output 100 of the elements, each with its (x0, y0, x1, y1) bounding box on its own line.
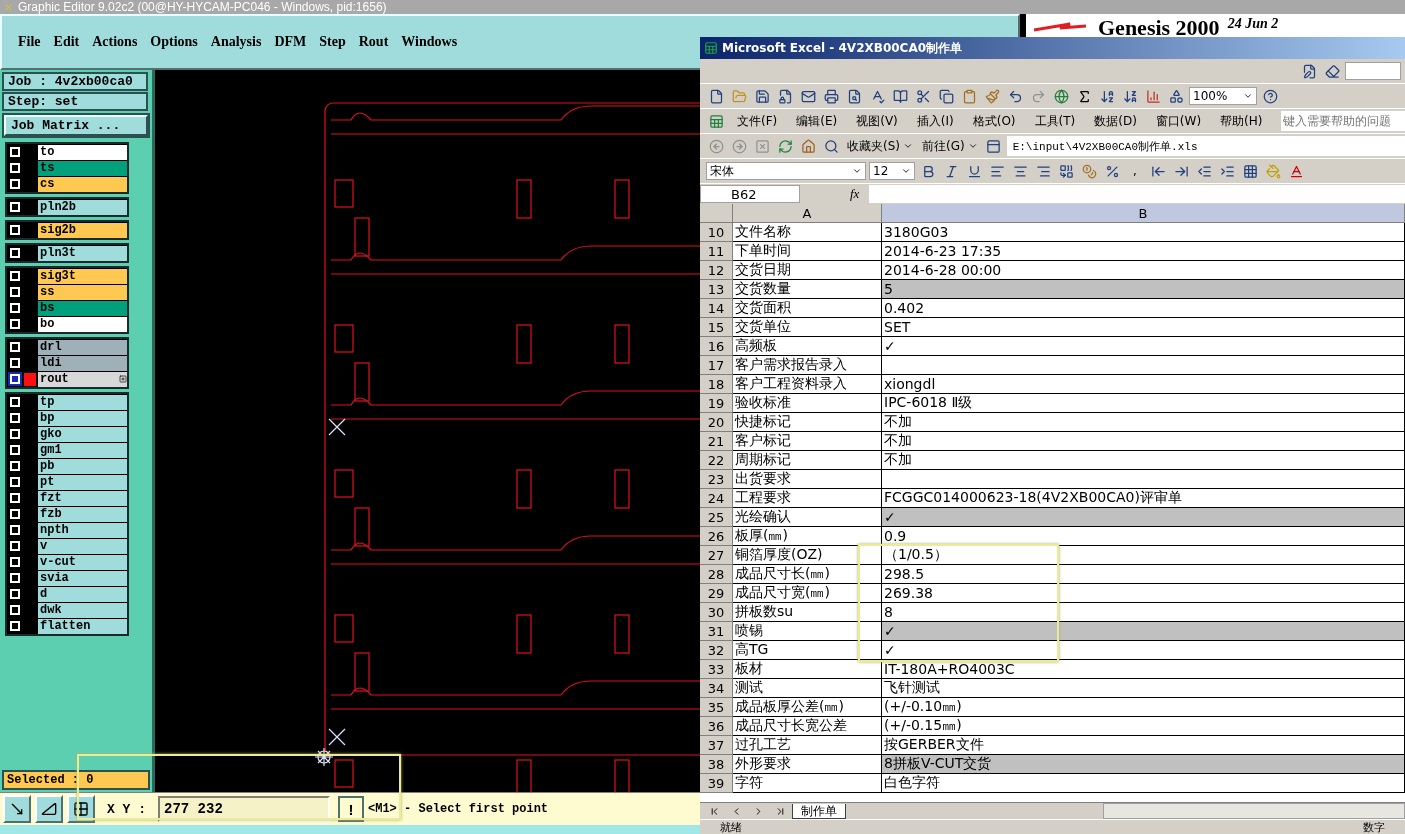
favorites-menu[interactable]: 收藏夹(S) (844, 137, 916, 155)
layer-name[interactable]: gm1 (38, 442, 127, 458)
layer-checkbox[interactable] (10, 397, 20, 407)
layer-checkbox[interactable] (10, 248, 20, 258)
layer-checkbox[interactable] (10, 287, 20, 297)
layer-name[interactable]: pt (38, 474, 127, 490)
zoom-window-button[interactable] (3, 795, 31, 823)
layer-checkbox[interactable] (10, 413, 20, 423)
row-header[interactable]: 36 (700, 717, 733, 736)
layer-name[interactable]: ldi (38, 355, 127, 371)
layer-name[interactable]: sig3t (38, 268, 127, 284)
row-header[interactable]: 35 (700, 698, 733, 717)
font-dropdown[interactable]: 宋体 (706, 162, 866, 180)
layer-checkbox[interactable] (10, 589, 20, 599)
layer-checkbox[interactable] (10, 179, 20, 189)
row-header[interactable]: 25 (700, 508, 733, 527)
layer-name[interactable]: flatten (38, 618, 127, 634)
layer-name[interactable]: drl (38, 339, 127, 355)
layer-name[interactable]: npth (38, 522, 127, 538)
layer-checkbox[interactable] (10, 461, 20, 471)
column-header[interactable]: A (733, 204, 882, 223)
menu-item[interactable]: Step (315, 34, 355, 50)
menu-item[interactable]: Edit (49, 34, 89, 50)
row-header[interactable]: 19 (700, 394, 733, 413)
zoom-dropdown[interactable]: 100% (1189, 87, 1257, 105)
layer-name[interactable]: v-cut (38, 554, 127, 570)
alert-button[interactable]: ! (338, 796, 364, 822)
layer-checkbox[interactable] (10, 509, 20, 519)
row-header[interactable]: 14 (700, 299, 733, 318)
go-menu[interactable]: 前往(G) (919, 137, 981, 155)
menu-item[interactable]: 窗口(W) (1147, 112, 1210, 130)
layer-checkbox[interactable] (10, 621, 20, 631)
row-header[interactable]: 27 (700, 546, 733, 565)
row-header[interactable]: 12 (700, 261, 733, 280)
measure-angle-button[interactable] (35, 795, 63, 823)
address-field[interactable]: E:\input\4V2XB00CA0制作单.xls (1006, 136, 1405, 156)
layer-name[interactable]: bp (38, 410, 127, 426)
coordinate-field[interactable]: 277 232 (158, 796, 330, 822)
layer-checkbox[interactable] (10, 374, 20, 384)
select-all-corner[interactable] (700, 204, 733, 223)
menu-item[interactable]: 工具(T) (1026, 112, 1084, 130)
layer-name[interactable]: to (38, 144, 127, 160)
row-header[interactable]: 26 (700, 527, 733, 546)
expand-icon[interactable] (119, 375, 127, 383)
layer-checkbox[interactable] (10, 225, 20, 235)
layer-checkbox[interactable] (10, 163, 20, 173)
row-header[interactable]: 30 (700, 603, 733, 622)
layer-checkbox[interactable] (10, 202, 20, 212)
menu-item[interactable]: DFM (270, 34, 316, 50)
layer-checkbox[interactable] (10, 358, 20, 368)
row-header[interactable]: 18 (700, 375, 733, 394)
layer-checkbox[interactable] (10, 429, 20, 439)
help-search-field[interactable]: 键入需要帮助的问题 (1281, 111, 1405, 131)
layer-checkbox[interactable] (10, 477, 20, 487)
row-header[interactable]: 38 (700, 755, 733, 774)
row-header[interactable]: 16 (700, 337, 733, 356)
layer-checkbox[interactable] (10, 557, 20, 567)
row-header[interactable]: 29 (700, 584, 733, 603)
layer-name[interactable]: tp (38, 394, 127, 410)
layer-name[interactable]: ss (38, 284, 127, 300)
row-header[interactable]: 10 (700, 223, 733, 242)
function-label[interactable]: fx (800, 186, 870, 202)
job-matrix-button[interactable]: Job Matrix ... (4, 115, 148, 136)
column-header[interactable]: B (882, 204, 1405, 223)
layer-name[interactable]: cs (38, 176, 127, 192)
sheet-tab[interactable]: 制作单 (792, 803, 846, 819)
menu-item[interactable]: 数据(D) (1086, 112, 1145, 130)
layer-checkbox[interactable] (10, 525, 20, 535)
layer-name[interactable]: sig2b (38, 222, 127, 238)
row-header[interactable]: 24 (700, 489, 733, 508)
layer-checkbox[interactable] (10, 541, 20, 551)
layer-name[interactable]: v (38, 538, 127, 554)
layer-name[interactable]: rout (38, 371, 127, 387)
menu-item[interactable]: 文件(F) (729, 112, 786, 130)
menu-item[interactable]: 插入(I) (908, 112, 962, 130)
layer-name[interactable]: pln2b (38, 199, 127, 215)
layer-checkbox[interactable] (10, 342, 20, 352)
layer-name[interactable]: bo (38, 316, 127, 332)
name-box[interactable]: B62 (700, 185, 800, 203)
layer-name[interactable]: svia (38, 570, 127, 586)
menu-item[interactable]: Windows (397, 34, 467, 50)
layer-checkbox[interactable] (10, 605, 20, 615)
row-header[interactable]: 32 (700, 641, 733, 660)
layer-name[interactable]: fzt (38, 490, 127, 506)
layer-name[interactable]: pln3t (38, 245, 127, 261)
menu-item[interactable]: 编辑(E) (788, 112, 846, 130)
menu-item[interactable]: File (14, 34, 50, 50)
row-header[interactable]: 15 (700, 318, 733, 337)
menu-item[interactable]: Actions (88, 34, 147, 50)
font-size-dropdown[interactable]: 12 (869, 162, 915, 180)
comma-style-button[interactable]: , (1125, 161, 1145, 181)
layer-name[interactable]: ts (38, 160, 127, 176)
layer-name[interactable]: pb (38, 458, 127, 474)
row-header[interactable]: 13 (700, 280, 733, 299)
layer-checkbox[interactable] (10, 573, 20, 583)
layer-name[interactable]: dwk (38, 602, 127, 618)
layer-name[interactable]: gko (38, 426, 127, 442)
row-header[interactable]: 20 (700, 413, 733, 432)
layer-checkbox[interactable] (10, 271, 20, 281)
menu-item[interactable]: 帮助(H) (1212, 112, 1271, 130)
